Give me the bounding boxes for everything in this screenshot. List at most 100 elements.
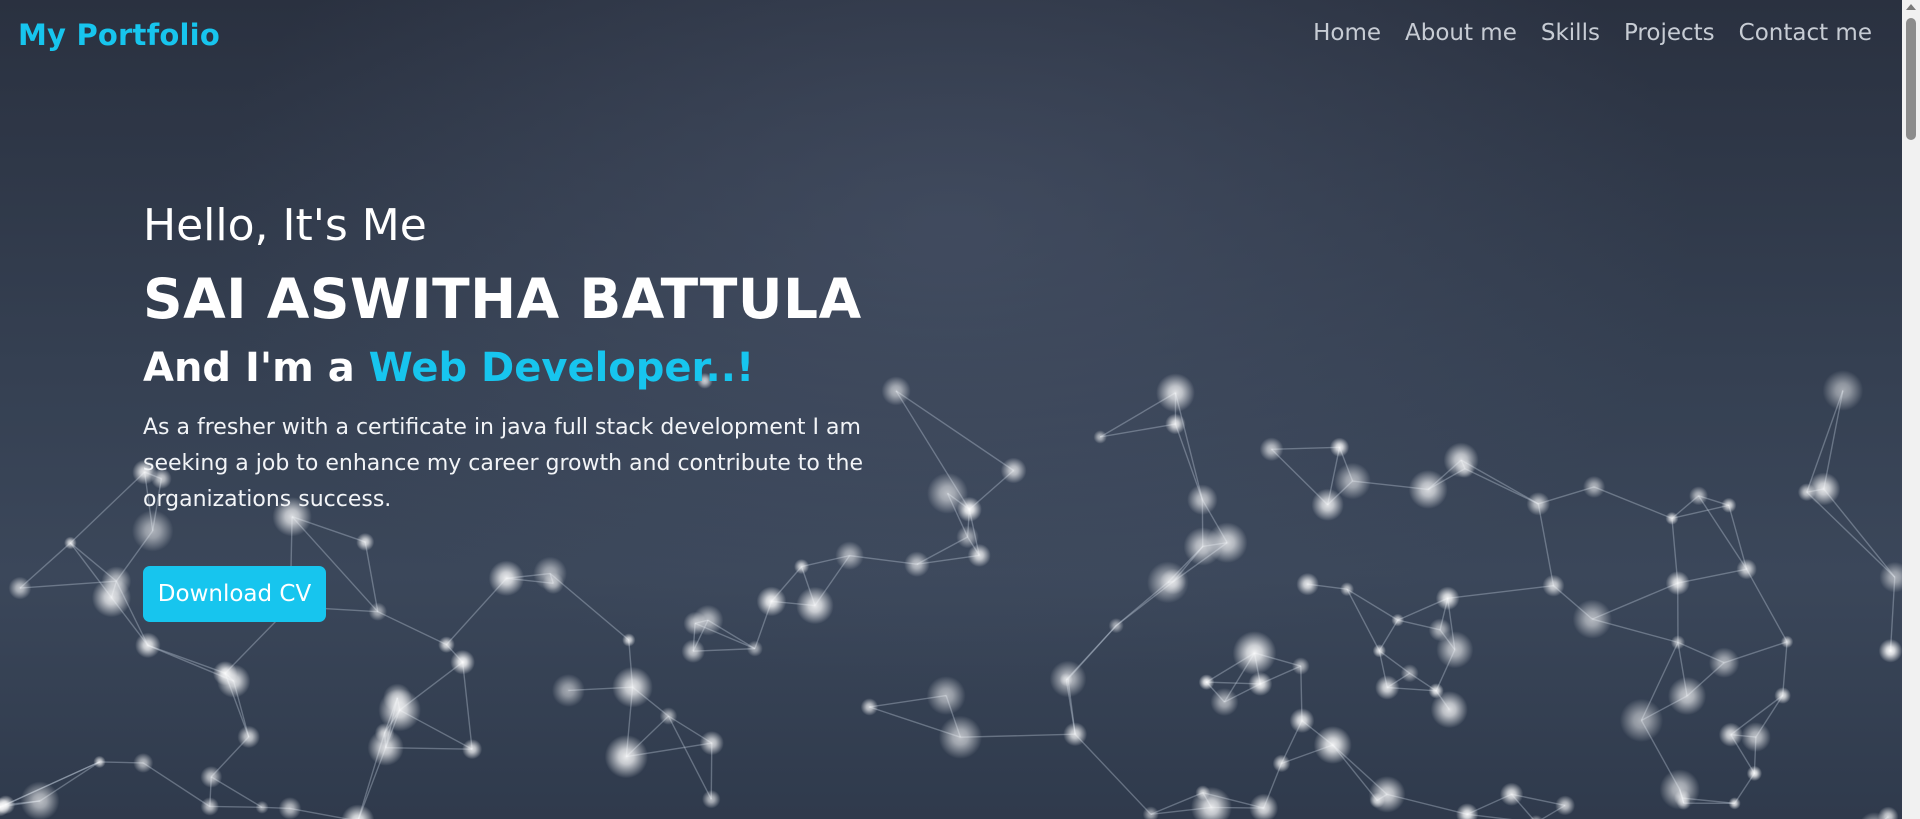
network-link-line — [461, 662, 473, 750]
network-node-dot — [699, 730, 724, 756]
network-node-dot — [1000, 457, 1027, 484]
network-node-dot — [796, 586, 834, 625]
network-node-dot — [212, 661, 238, 686]
network-node-dot — [1526, 492, 1551, 516]
network-node-dot — [1340, 582, 1355, 597]
network-node-dot — [1542, 574, 1565, 597]
network-node-dot — [1313, 725, 1352, 764]
network-node-dot — [1555, 795, 1576, 816]
hero-greeting: Hello, It's Me — [143, 200, 427, 251]
network-node-dot — [1400, 664, 1419, 683]
network-node-dot — [237, 725, 260, 749]
network-node-dot — [1797, 483, 1816, 502]
network-node-dot — [255, 800, 269, 814]
network-node-dot — [1165, 413, 1186, 435]
nav-link-contact-me[interactable]: Contact me — [1739, 20, 1872, 46]
network-node-dot — [756, 586, 787, 617]
network-node-dot — [1822, 370, 1864, 411]
network-link-line — [667, 715, 712, 800]
network-node-dot — [1156, 373, 1195, 413]
network-node-dot — [1375, 675, 1400, 700]
network-node-dot — [1665, 511, 1679, 525]
network-node-dot — [1093, 430, 1107, 444]
network-node-dot — [1878, 638, 1902, 663]
network-node-dot — [1456, 803, 1479, 819]
network-node-dot — [278, 797, 302, 819]
network-node-dot — [1372, 644, 1386, 658]
network-node-dot — [1272, 754, 1291, 773]
hero-name: SAI ASWITHA BATTULA — [143, 267, 862, 331]
hero-role-highlight: Web Developer..! — [368, 345, 755, 391]
network-node-dot — [904, 551, 930, 577]
nav-link-skills[interactable]: Skills — [1541, 20, 1600, 46]
network-node-dot — [356, 532, 375, 551]
page: My Portfolio Home About me Skills Projec… — [0, 0, 1920, 819]
network-node-dot — [133, 752, 154, 773]
network-link-line — [1074, 733, 1152, 815]
network-link-line — [364, 541, 379, 612]
brand-logo-link[interactable]: My Portfolio — [18, 18, 220, 52]
network-node-dot — [20, 781, 60, 819]
network-link-line — [1464, 467, 1539, 505]
network-node-dot — [1160, 568, 1187, 595]
network-node-dot — [200, 766, 223, 788]
network-node-dot — [794, 558, 810, 575]
scrollbar-thumb[interactable] — [1906, 18, 1916, 140]
network-node-dot — [1670, 635, 1686, 650]
network-node-dot — [1108, 618, 1124, 634]
network-link-line — [1823, 488, 1896, 578]
network-node-dot — [1292, 657, 1310, 675]
network-node-dot — [64, 536, 77, 550]
network-node-dot — [612, 666, 653, 708]
network-node-dot — [551, 673, 585, 707]
network-node-dot — [438, 636, 455, 653]
network-node-dot — [1689, 486, 1709, 506]
network-node-dot — [1746, 765, 1763, 781]
network-node-dot — [1206, 522, 1248, 563]
network-node-dot — [341, 804, 375, 819]
network-node-dot — [1232, 631, 1277, 675]
network-node-dot — [1369, 792, 1385, 809]
hero-content: Hello, It's Me SAI ASWITHA BATTULA And I… — [143, 196, 943, 518]
network-node-dot — [835, 541, 864, 570]
hero-role: And I'm a Web Developer..! — [143, 340, 943, 396]
hero-role-prefix: And I'm a — [143, 345, 369, 391]
network-link-line — [1746, 568, 1788, 643]
network-node-dot — [1740, 722, 1771, 752]
network-node-dot — [1430, 690, 1468, 729]
nav-link-home[interactable]: Home — [1313, 20, 1381, 46]
network-node-dot — [0, 795, 16, 815]
network-node-dot — [1248, 671, 1273, 696]
network-node-dot — [956, 496, 982, 522]
network-link-line — [1447, 585, 1554, 600]
network-node-dot — [1296, 572, 1319, 596]
network-node-dot — [956, 525, 979, 549]
nav-link-projects[interactable]: Projects — [1624, 20, 1715, 46]
hero-bio: As a fresher with a certificate in java … — [143, 415, 863, 512]
network-link-line — [1537, 503, 1555, 586]
vertical-scrollbar[interactable] — [1902, 0, 1920, 819]
network-node-dot — [683, 611, 707, 636]
network-node-dot — [1455, 459, 1475, 479]
network-node-dot — [368, 602, 387, 621]
network-node-dot — [1259, 437, 1284, 462]
network-node-dot — [1049, 660, 1087, 698]
top-navbar: My Portfolio Home About me Skills Projec… — [0, 0, 1902, 76]
network-node-dot — [1435, 586, 1460, 611]
network-node-dot — [200, 797, 220, 816]
network-node-dot — [1195, 785, 1211, 801]
download-cv-button[interactable]: Download CV — [143, 566, 326, 622]
network-node-dot — [604, 734, 648, 779]
network-node-dot — [93, 755, 106, 769]
network-node-dot — [1572, 599, 1612, 639]
network-node-dot — [1728, 797, 1741, 810]
network-node-dot — [1408, 469, 1448, 509]
network-node-dot — [1428, 618, 1452, 642]
scroll-up-arrow-icon[interactable] — [1906, 4, 1916, 10]
nav-link-about-me[interactable]: About me — [1405, 20, 1517, 46]
network-node-dot — [450, 649, 475, 675]
network-node-dot — [1659, 769, 1700, 810]
network-node-dot — [702, 790, 721, 809]
network-node-dot — [622, 633, 636, 647]
network-node-dot — [8, 576, 32, 600]
